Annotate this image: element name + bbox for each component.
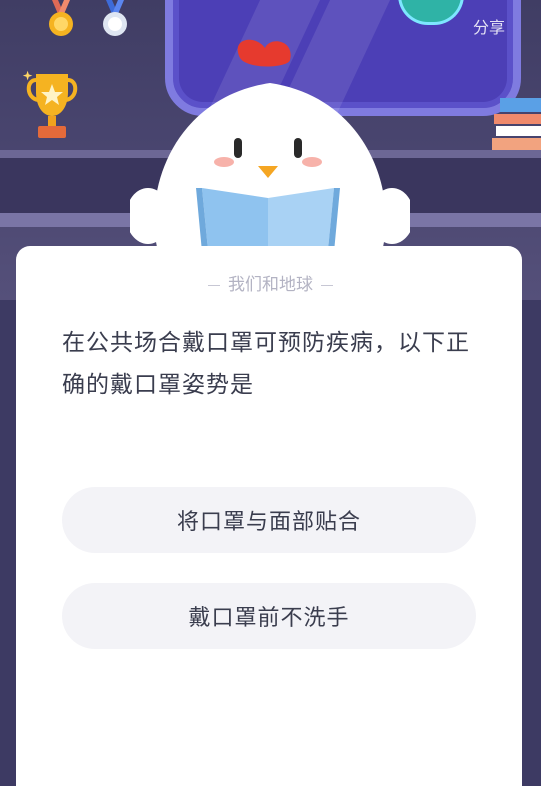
tag-dash-left: [208, 284, 220, 286]
share-button[interactable]: 分享: [473, 14, 505, 38]
books-icon: [492, 98, 541, 150]
silver-medal-icon: [103, 0, 127, 36]
question-text: 在公共场合戴口罩可预防疾病，以下正确的戴口罩姿势是: [62, 330, 470, 398]
answer-option-2[interactable]: 戴口罩前不洗手: [62, 583, 476, 649]
category-text: 我们和地球: [228, 275, 313, 295]
category-label: 我们和地球: [0, 270, 541, 295]
chicken-mascot-illustration: [130, 39, 410, 258]
answer-option-1[interactable]: 将口罩与面部贴合: [62, 487, 476, 553]
gold-medal-icon: [49, 0, 73, 36]
trophy-icon: [22, 70, 78, 138]
tag-dash-right: [321, 284, 333, 286]
